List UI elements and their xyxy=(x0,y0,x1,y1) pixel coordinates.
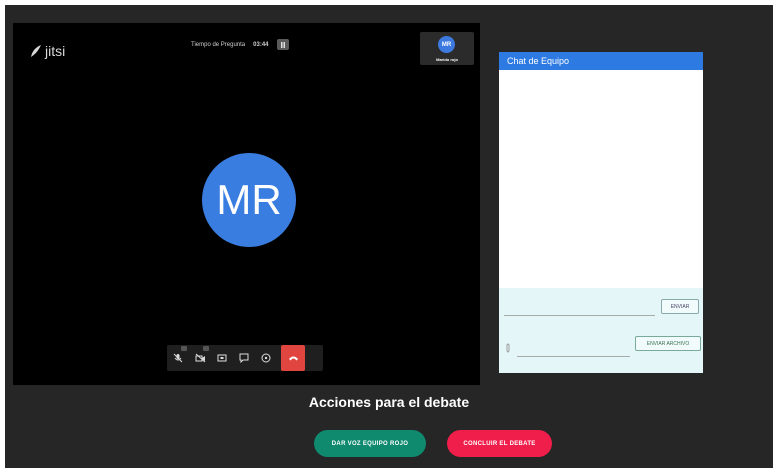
send-file-button[interactable]: ENVIAR ARCHIVO xyxy=(635,336,701,351)
camera-toggle-button[interactable] xyxy=(189,345,211,371)
more-options-button[interactable] xyxy=(255,345,277,371)
screen-share-icon xyxy=(217,354,227,362)
thumbnail-name: Marido rojo xyxy=(436,57,458,62)
question-timer: Tiempo de Pregunta 03:44 xyxy=(191,39,289,50)
thumbnail-avatar: MR xyxy=(438,36,455,53)
participant-avatar: MR xyxy=(202,153,296,247)
screen-share-button[interactable] xyxy=(211,345,233,371)
end-debate-button[interactable]: CONCLUIR EL DEBATE xyxy=(447,430,552,457)
hangup-button[interactable] xyxy=(281,345,305,371)
chat-title: Chat de Equipo xyxy=(499,52,703,70)
paperclip-icon[interactable] xyxy=(505,343,511,355)
message-input[interactable] xyxy=(504,315,655,316)
more-icon xyxy=(261,353,271,363)
jitsi-leaf-icon xyxy=(31,45,41,57)
video-conference: jitsi Tiempo de Pregunta 03:44 MR Marido… xyxy=(13,23,480,385)
actions-title: Acciones para el debate xyxy=(308,394,470,410)
debate-screen: jitsi Tiempo de Pregunta 03:44 MR Marido… xyxy=(5,5,773,468)
file-input[interactable] xyxy=(517,356,630,357)
mic-toggle-button[interactable] xyxy=(167,345,189,371)
hangup-icon xyxy=(288,356,298,361)
timer-value: 03:44 xyxy=(253,41,269,48)
chat-button[interactable] xyxy=(233,345,255,371)
jitsi-logo: jitsi xyxy=(30,43,65,59)
camera-off-icon xyxy=(195,353,205,363)
timer-label: Tiempo de Pregunta xyxy=(191,41,246,48)
send-button[interactable]: ENVIAR xyxy=(661,299,699,314)
call-toolbar xyxy=(167,345,323,371)
team-chat-panel: Chat de Equipo ENVIAR ENVIAR ARCHIVO xyxy=(499,52,703,373)
chat-icon xyxy=(239,353,249,363)
mic-options-caret[interactable] xyxy=(181,346,187,351)
timer-button[interactable] xyxy=(276,39,289,50)
give-voice-red-team-button[interactable]: DAR VOZ EQUIPO ROJO xyxy=(314,430,426,457)
camera-options-caret[interactable] xyxy=(203,346,209,351)
chat-messages[interactable] xyxy=(499,70,703,288)
mic-muted-icon xyxy=(173,353,183,363)
pause-icon xyxy=(280,41,285,48)
logo-text: jitsi xyxy=(45,43,66,59)
chat-compose: ENVIAR ENVIAR ARCHIVO xyxy=(499,288,703,373)
participant-thumbnail[interactable]: MR Marido rojo xyxy=(420,32,474,65)
